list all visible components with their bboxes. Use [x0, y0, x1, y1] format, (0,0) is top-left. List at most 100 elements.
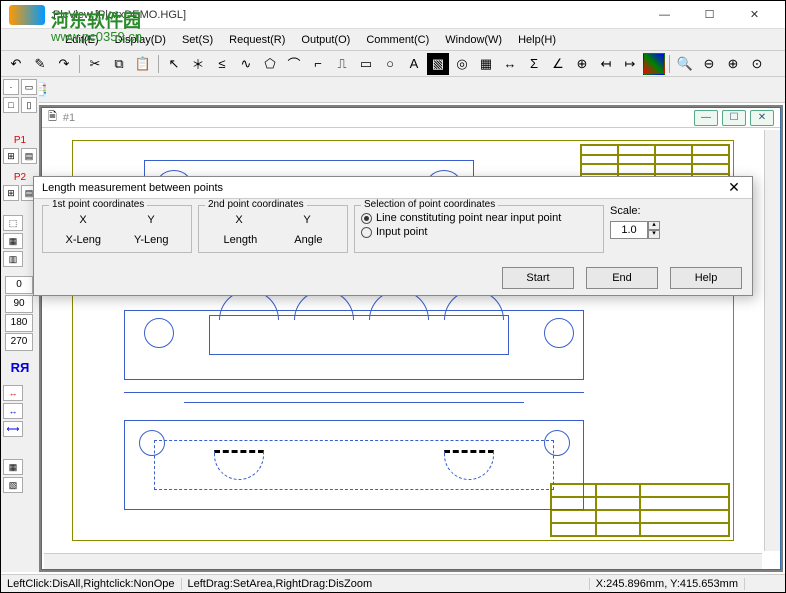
rotate-270-button[interactable]: 270	[5, 333, 33, 351]
rotate-180-button[interactable]: 180	[5, 314, 33, 332]
menubar: Edit(E) Display(D) Set(S) Request(R) Out…	[1, 29, 785, 51]
first-point-label: 1st point coordinates	[49, 199, 147, 210]
curve-icon[interactable]: ∿	[235, 53, 257, 75]
p1-tool-2[interactable]: ▤	[21, 148, 37, 164]
cut-icon[interactable]: ✂	[84, 53, 106, 75]
misc-tool-2[interactable]: ▧	[3, 477, 23, 493]
sum-icon[interactable]: Σ	[523, 53, 545, 75]
selection-label: Selection of point coordinates	[361, 199, 498, 210]
arrow2-icon[interactable]: ↦	[619, 53, 641, 75]
zoom-area-icon[interactable]: 🔍	[674, 53, 696, 75]
menu-set[interactable]: Set(S)	[174, 32, 221, 48]
radio-input-point-icon[interactable]	[361, 227, 372, 238]
center-icon[interactable]: ⊕	[571, 53, 593, 75]
xleng-label: X-Leng	[66, 234, 101, 246]
length-label: Length	[224, 234, 258, 246]
target-icon[interactable]: ◎	[451, 53, 473, 75]
paste-icon[interactable]: 📋	[132, 53, 154, 75]
vtool-2[interactable]: ▭	[21, 79, 37, 95]
help-button[interactable]: Help	[670, 267, 742, 289]
minimize-button[interactable]: —	[642, 1, 687, 29]
menu-window[interactable]: Window(W)	[437, 32, 510, 48]
radio-input-point[interactable]: Input point	[361, 226, 597, 238]
arrow1-icon[interactable]: ↤	[595, 53, 617, 75]
polygon-icon[interactable]: ⬠	[259, 53, 281, 75]
radio-line-point-icon[interactable]	[361, 213, 372, 224]
second-point-label: 2nd point coordinates	[205, 199, 307, 210]
selection-group: Selection of point coordinates Line cons…	[354, 205, 604, 253]
rect-icon[interactable]: ▭	[355, 53, 377, 75]
toolbar-row-1: ↶ ✎ ↷ ✂ ⧉ 📋 ↖ ＊ ≤ ∿ ⬠ ⌒ ⌐ ⎍ ▭ ○ A ▧ ◎ ▦ …	[1, 51, 785, 77]
layer-tool-2[interactable]: ▦	[3, 233, 23, 249]
zoom-fit-icon[interactable]: ⊙	[746, 53, 768, 75]
zoom-out-icon[interactable]: ⊖	[698, 53, 720, 75]
measure-tool-2[interactable]: ↔	[3, 403, 23, 419]
angle-icon[interactable]: ∠	[547, 53, 569, 75]
scale-input[interactable]	[610, 221, 648, 239]
rotate-0-button[interactable]: 0	[5, 276, 33, 294]
arc-icon[interactable]: ⌒	[283, 53, 305, 75]
vertical-scrollbar[interactable]	[764, 130, 780, 551]
menu-edit[interactable]: Edit(E)	[57, 32, 107, 48]
length-measurement-dialog: Length measurement between points ✕ 1st …	[33, 176, 753, 296]
window-title: PlcView [PlcxxDEMO.HGL]	[53, 9, 642, 21]
end-button[interactable]: End	[586, 267, 658, 289]
p1-label: P1	[1, 135, 39, 146]
child-maximize-button[interactable]: ☐	[722, 110, 746, 126]
shape1-icon[interactable]: ⌐	[307, 53, 329, 75]
line-icon[interactable]: ＊	[187, 53, 209, 75]
status-drag-hint: LeftDrag:SetArea,RightDrag:DisZoom	[182, 578, 590, 590]
text-icon[interactable]: A	[403, 53, 425, 75]
rotate-90-button[interactable]: 90	[5, 295, 33, 313]
vtool-1[interactable]: ·	[3, 79, 19, 95]
start-button[interactable]: Start	[502, 267, 574, 289]
angle-label: Angle	[294, 234, 322, 246]
yleng-label: Y-Leng	[134, 234, 168, 246]
horizontal-scrollbar[interactable]	[44, 553, 762, 569]
p1-tool-1[interactable]: ⊞	[3, 148, 19, 164]
p2-tool-1[interactable]: ⊞	[3, 185, 19, 201]
layer-tool-1[interactable]: ⬚	[3, 215, 23, 231]
app-logo-icon	[9, 5, 45, 25]
edit-icon[interactable]: ✎	[29, 53, 51, 75]
measure-tool-3[interactable]: ⟷	[3, 421, 23, 437]
misc-tool-1[interactable]: ▦	[3, 459, 23, 475]
image-icon[interactable]: ▦	[475, 53, 497, 75]
menu-display[interactable]: Display(D)	[107, 32, 174, 48]
scale-spin-down[interactable]: ▾	[648, 230, 660, 239]
scale-group: Scale: ▴ ▾	[610, 205, 670, 253]
child-close-button[interactable]: ✕	[750, 110, 774, 126]
measure-tool-1[interactable]: ↔	[3, 385, 23, 401]
vtool-4[interactable]: ▯	[21, 97, 37, 113]
zoom-in-icon[interactable]: ⊕	[722, 53, 744, 75]
menu-help[interactable]: Help(H)	[510, 32, 564, 48]
close-button[interactable]: ✕	[732, 1, 777, 29]
copy-icon[interactable]: ⧉	[108, 53, 130, 75]
child-minimize-button[interactable]: —	[694, 110, 718, 126]
redo-icon[interactable]: ↷	[53, 53, 75, 75]
first-point-group: 1st point coordinates X Y X-Leng Y-Leng	[42, 205, 192, 253]
status-coordinates: X:245.896mm, Y:415.653mm	[590, 578, 745, 590]
circle-icon[interactable]: ○	[379, 53, 401, 75]
palette-icon[interactable]	[643, 53, 665, 75]
undo-icon[interactable]: ↶	[5, 53, 27, 75]
dialog-close-button[interactable]: ✕	[724, 178, 744, 198]
dialog-titlebar[interactable]: Length measurement between points ✕	[34, 177, 752, 199]
dim-icon[interactable]: ↔	[499, 53, 521, 75]
maximize-button[interactable]: ☐	[687, 1, 732, 29]
fill-icon[interactable]: ▧	[427, 53, 449, 75]
cursor-icon[interactable]: ↖	[163, 53, 185, 75]
shape2-icon[interactable]: ⎍	[331, 53, 353, 75]
menu-request[interactable]: Request(R)	[221, 32, 293, 48]
vtool-3[interactable]: □	[3, 97, 19, 113]
radio-line-point[interactable]: Line constituting point near input point	[361, 212, 597, 224]
second-point-group: 2nd point coordinates X Y Length Angle	[198, 205, 348, 253]
menu-comment[interactable]: Comment(C)	[358, 32, 437, 48]
menu-output[interactable]: Output(O)	[293, 32, 358, 48]
layer-tool-3[interactable]: ▥	[3, 251, 23, 267]
mirror-label[interactable]: RЯ	[1, 360, 39, 375]
scale-spin-up[interactable]: ▴	[648, 221, 660, 230]
first-x-header: X	[79, 214, 86, 226]
first-y-header: Y	[147, 214, 154, 226]
polyline-icon[interactable]: ≤	[211, 53, 233, 75]
